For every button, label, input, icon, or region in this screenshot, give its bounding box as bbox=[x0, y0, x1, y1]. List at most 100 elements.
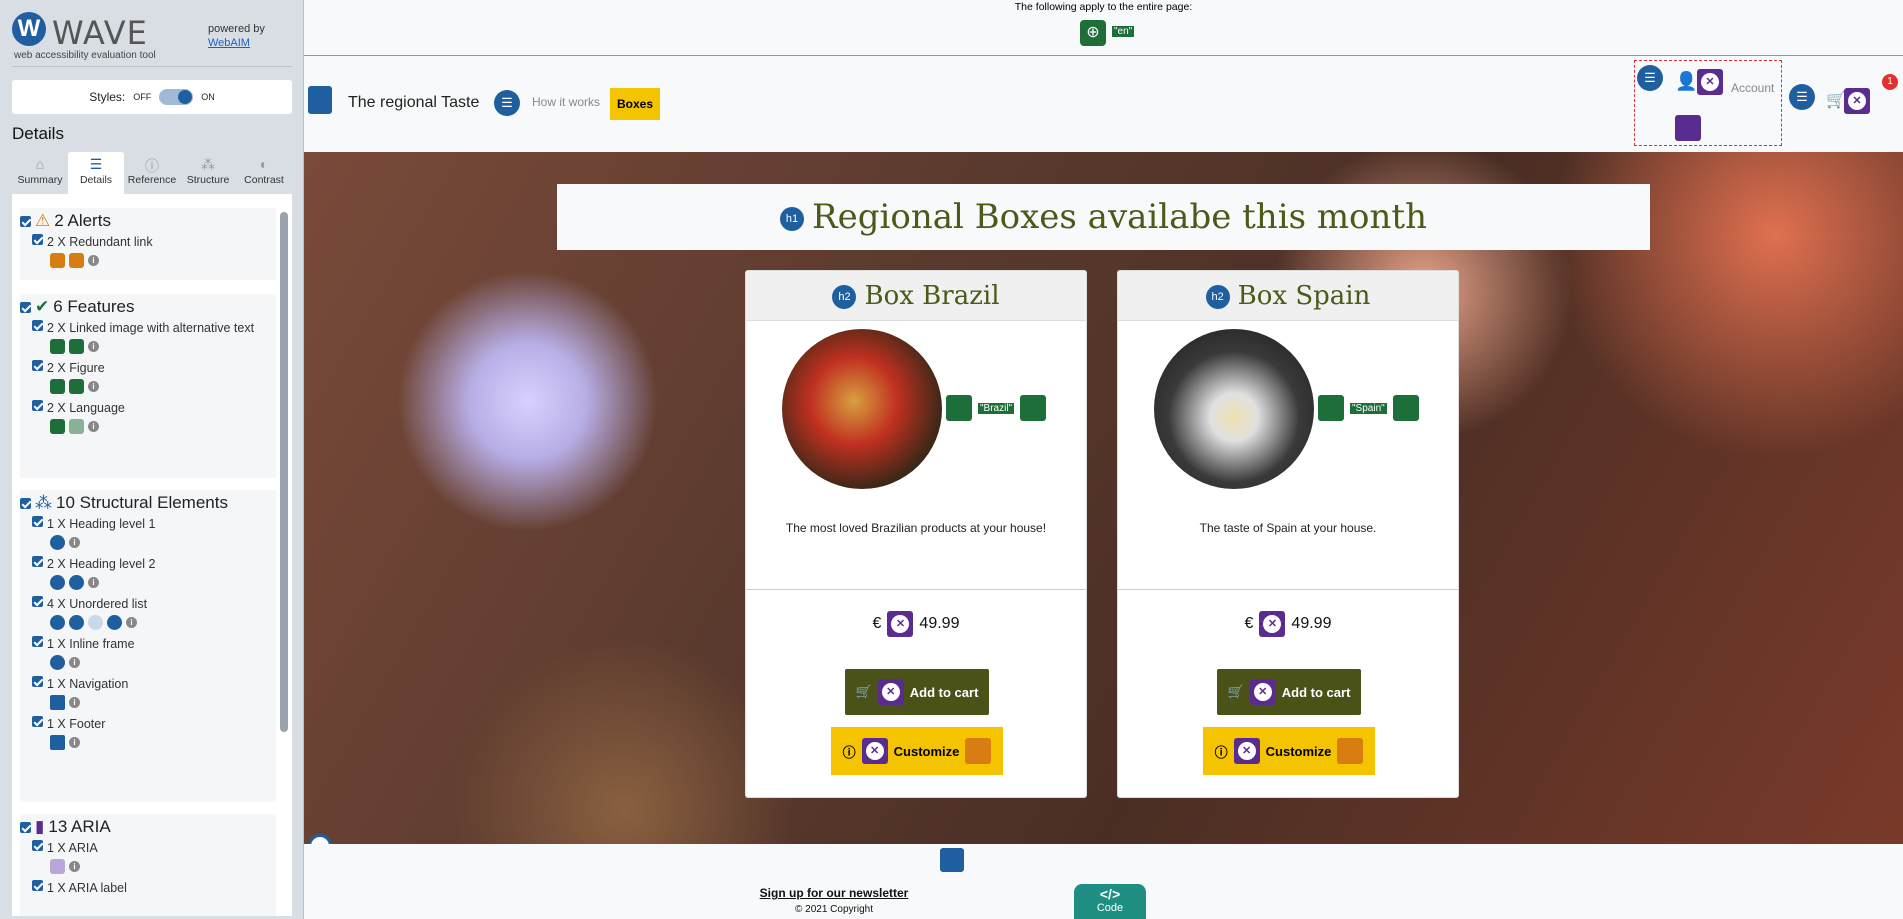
iframe-icon[interactable] bbox=[50, 655, 65, 670]
product-image[interactable] bbox=[782, 329, 942, 489]
structure-title: 10 Structural Elements bbox=[56, 493, 228, 512]
user-icon[interactable]: 👤 bbox=[1675, 71, 1697, 92]
linked-image-icon[interactable] bbox=[1318, 395, 1344, 421]
list-icon[interactable] bbox=[88, 615, 103, 630]
item-checkbox[interactable] bbox=[32, 400, 43, 411]
info-icon[interactable]: i bbox=[69, 657, 80, 668]
list-icon[interactable]: ☰ bbox=[494, 90, 520, 116]
redundant-link-icon[interactable] bbox=[69, 253, 84, 268]
figure-icon[interactable] bbox=[1392, 395, 1419, 421]
h1-icon[interactable]: h1 bbox=[779, 207, 804, 231]
item-checkbox[interactable] bbox=[32, 636, 43, 647]
info-icon[interactable]: i bbox=[88, 577, 99, 588]
item-checkbox[interactable] bbox=[32, 556, 43, 567]
customize-button[interactable]: ⓘ Customize bbox=[1203, 727, 1375, 775]
tab-reference[interactable]: ⓘ Reference bbox=[124, 152, 180, 194]
info-icon[interactable]: i bbox=[69, 697, 80, 708]
structure-checkbox[interactable] bbox=[20, 497, 31, 509]
footer-icon[interactable] bbox=[940, 848, 964, 872]
item-checkbox[interactable] bbox=[32, 880, 43, 891]
aria-label-icon[interactable] bbox=[1844, 88, 1870, 114]
copyright: © 2021 Copyright bbox=[795, 904, 873, 915]
list-item: 2 X Linked image with alternative text bbox=[47, 321, 255, 335]
linked-image-icon[interactable] bbox=[946, 395, 972, 421]
list-item: 1 X Navigation bbox=[47, 677, 129, 691]
linked-image-icon[interactable] bbox=[50, 339, 65, 354]
info-icon[interactable]: i bbox=[126, 617, 137, 628]
item-checkbox[interactable] bbox=[32, 596, 43, 607]
page-notice-bar: The following apply to the entire page: … bbox=[304, 0, 1903, 56]
tab-summary[interactable]: ⌂ Summary bbox=[12, 152, 68, 194]
info-icon[interactable]: i bbox=[88, 341, 99, 352]
code-button[interactable]: </> Code bbox=[1074, 884, 1146, 919]
list-icon[interactable]: ☰ bbox=[1789, 84, 1815, 110]
list-item: 1 X Heading level 1 bbox=[47, 517, 156, 531]
aria-label-icon[interactable] bbox=[887, 611, 914, 637]
h2-icon[interactable] bbox=[50, 575, 65, 590]
aria-checkbox[interactable] bbox=[20, 821, 31, 833]
tab-contrast[interactable]: ◐ Contrast bbox=[236, 152, 292, 194]
language-icon[interactable] bbox=[69, 419, 84, 434]
newsletter-link[interactable]: Sign up for our newsletter bbox=[304, 886, 1364, 900]
add-to-cart-button[interactable]: 🛒 Add to cart bbox=[1217, 669, 1361, 715]
figure-icon[interactable] bbox=[1020, 395, 1047, 421]
footer-icon[interactable] bbox=[50, 735, 65, 750]
tab-structure[interactable]: ⁂ Structure bbox=[180, 152, 236, 194]
info-icon[interactable]: i bbox=[88, 421, 99, 432]
site-footer: Sign up for our newsletter © 2021 Copyri… bbox=[304, 844, 1903, 919]
info-icon: ⓘ bbox=[842, 744, 856, 760]
info-icon[interactable]: i bbox=[69, 861, 80, 872]
figure-icon[interactable] bbox=[69, 379, 84, 394]
divider bbox=[1118, 589, 1458, 590]
item-checkbox[interactable] bbox=[32, 320, 43, 331]
h2-icon[interactable]: h2 bbox=[1205, 285, 1230, 309]
features-section: ✔ 6 Features 2 X Linked image with altern… bbox=[20, 294, 276, 478]
item-checkbox[interactable] bbox=[32, 716, 43, 727]
aria-label-icon[interactable] bbox=[1697, 69, 1723, 95]
check-icon: ✔ bbox=[35, 297, 50, 316]
list-icon[interactable] bbox=[69, 615, 84, 630]
linked-image-icon[interactable] bbox=[69, 339, 84, 354]
info-icon[interactable]: i bbox=[88, 255, 99, 266]
item-checkbox[interactable] bbox=[32, 234, 43, 245]
info-icon[interactable]: i bbox=[69, 737, 80, 748]
language-icon[interactable] bbox=[50, 419, 65, 434]
aria-icon[interactable] bbox=[50, 859, 65, 874]
item-checkbox[interactable] bbox=[32, 360, 43, 371]
list-icon[interactable] bbox=[50, 615, 65, 630]
navigation-icon[interactable] bbox=[308, 86, 332, 114]
card-description: The taste of Spain at your house. bbox=[1199, 521, 1377, 535]
language-icon[interactable]: ⊕ bbox=[1080, 20, 1106, 46]
cart-icon[interactable]: 🛒 bbox=[1826, 90, 1846, 110]
brand-name[interactable]: The regional Taste bbox=[348, 94, 479, 112]
aria-label-icon[interactable] bbox=[1259, 611, 1286, 637]
add-to-cart-label: Add to cart bbox=[909, 684, 979, 700]
add-to-cart-button[interactable]: 🛒 Add to cart bbox=[845, 669, 989, 715]
info-icon[interactable]: i bbox=[69, 537, 80, 548]
item-checkbox[interactable] bbox=[32, 516, 43, 527]
panel-scrollbar[interactable] bbox=[280, 212, 288, 732]
webaim-link[interactable]: WebAIM bbox=[208, 37, 250, 49]
item-checkbox[interactable] bbox=[32, 676, 43, 687]
list-icon[interactable]: ☰ bbox=[1637, 65, 1663, 91]
aria-icon[interactable] bbox=[1675, 115, 1701, 141]
figure-icon[interactable] bbox=[50, 379, 65, 394]
features-checkbox[interactable] bbox=[20, 301, 31, 313]
h2-icon[interactable]: h2 bbox=[832, 285, 857, 309]
product-card-brazil: h2 Box Brazil "Brazil" The most loved Bra… bbox=[745, 270, 1087, 798]
tab-details[interactable]: ☰ Details bbox=[68, 152, 124, 194]
navigation-icon[interactable] bbox=[50, 695, 65, 710]
h2-icon[interactable] bbox=[69, 575, 84, 590]
nav-how-it-works[interactable]: How it works bbox=[532, 95, 600, 109]
item-checkbox[interactable] bbox=[32, 840, 43, 851]
h1-icon[interactable] bbox=[50, 535, 65, 550]
nav-account[interactable]: Account bbox=[1731, 81, 1774, 95]
info-icon[interactable]: i bbox=[88, 381, 99, 392]
styles-toggle[interactable] bbox=[159, 89, 194, 105]
list-icon[interactable] bbox=[107, 615, 122, 630]
customize-button[interactable]: ⓘ Customize bbox=[831, 727, 1003, 775]
alerts-checkbox[interactable] bbox=[20, 215, 31, 227]
product-image[interactable] bbox=[1154, 329, 1314, 489]
redundant-link-icon[interactable] bbox=[50, 253, 65, 268]
nav-boxes[interactable]: Boxes bbox=[610, 88, 661, 120]
